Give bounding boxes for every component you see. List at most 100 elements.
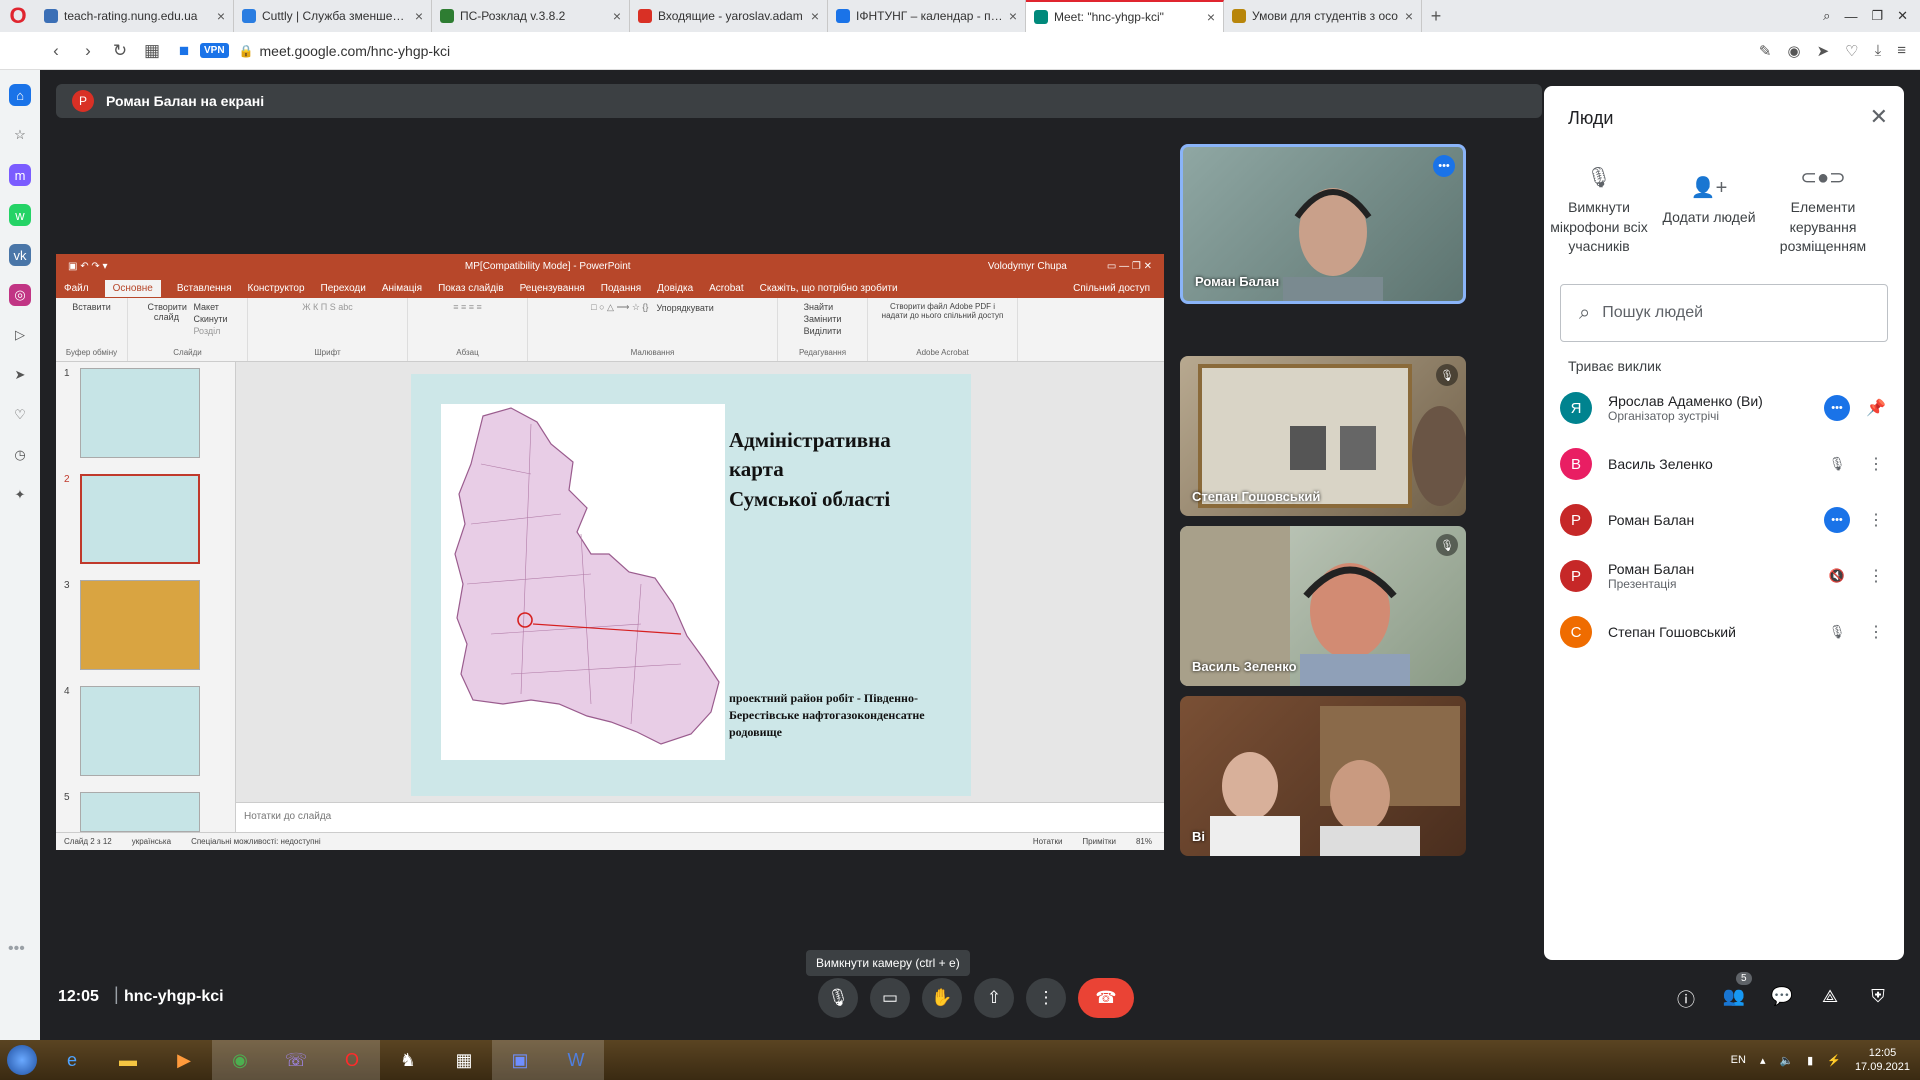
mic-icon: 🎙 (827, 988, 849, 1007)
participant-row[interactable]: Р Роман Балан Презентація 🔇 ⋮ (1560, 552, 1888, 600)
lightbulb-icon[interactable]: ✦ (9, 484, 31, 506)
host-controls-button[interactable]: ⊂●⊃ Елементи керування розміщенням (1768, 164, 1878, 257)
more-icon[interactable]: ••• (8, 940, 25, 958)
opera-logo-icon[interactable]: O (0, 0, 36, 32)
back-icon[interactable]: ‹ (40, 41, 72, 61)
browser-tab[interactable]: teach-rating.nung.edu.ua × (36, 0, 234, 32)
microphone-button[interactable]: 🎙 (818, 978, 858, 1018)
video-tile[interactable]: ••• Роман Балан (1180, 144, 1466, 304)
mic-off-icon: 🎙 (1828, 624, 1846, 639)
browser-tab[interactable]: Умови для студентів з осо × (1224, 0, 1422, 32)
more-options-icon[interactable]: ⋮ (1864, 622, 1888, 642)
instagram-icon[interactable]: ◎ (9, 284, 31, 306)
taskbar-clock[interactable]: 12:05 17.09.2021 (1855, 1046, 1910, 1075)
whatsapp-icon[interactable]: w (9, 204, 31, 226)
close-icon[interactable]: ✕ (1870, 104, 1888, 130)
snapshot-icon[interactable]: ◉ (1787, 42, 1800, 60)
url-field[interactable]: meet.google.com/hnc-yhgp-kci (260, 43, 451, 59)
raise-hand-button[interactable]: ✋ (922, 978, 962, 1018)
video-tile[interactable]: 🎙 Василь Зеленко (1180, 526, 1466, 686)
chrome-icon[interactable]: ◉ (212, 1040, 268, 1080)
camera-button[interactable]: ▭ (870, 978, 910, 1018)
messenger-icon[interactable]: m (9, 164, 31, 186)
word-icon[interactable]: W (548, 1040, 604, 1080)
history-icon[interactable]: ◷ (9, 444, 31, 466)
ie-icon[interactable]: e (44, 1040, 100, 1080)
in-call-section-label: Триває виклик (1568, 358, 1662, 374)
more-options-icon[interactable]: ⋮ (1864, 566, 1888, 586)
minimize-icon[interactable]: — (1844, 9, 1857, 24)
people-icon[interactable]: 👥 (1720, 986, 1748, 1007)
download-icon[interactable]: ⤓ (1875, 42, 1882, 60)
info-icon[interactable]: ⓘ (1672, 986, 1700, 1012)
browser-tab-active[interactable]: Meet: "hnc-yhgp-kci" × (1026, 0, 1224, 32)
browser-tab[interactable]: Входящие - yaroslav.adam × (630, 0, 828, 32)
new-tab-button[interactable]: + (1422, 0, 1450, 32)
tab-close-icon[interactable]: × (613, 8, 621, 24)
browser-tab[interactable]: ПС-Розклад v.3.8.2 × (432, 0, 630, 32)
participant-row[interactable]: С Степан Гошовський 🎙 ⋮ (1560, 608, 1888, 656)
host-controls-icon[interactable]: ⛨ (1864, 986, 1892, 1007)
more-options-button[interactable]: ⋮ (1026, 978, 1066, 1018)
more-options-icon[interactable]: ••• (1433, 155, 1455, 177)
browser-tab-bar: O teach-rating.nung.edu.ua × Cuttly | Слу… (0, 0, 1920, 32)
activities-icon[interactable]: ⟁ (1816, 986, 1844, 1007)
search-icon: ⌕ (1579, 301, 1591, 324)
tab-close-icon[interactable]: × (811, 8, 819, 24)
participant-row[interactable]: В Василь Зеленко 🎙 ⋮ (1560, 440, 1888, 488)
home-icon[interactable]: ⌂ (9, 84, 31, 106)
present-button[interactable]: ⇧ (974, 978, 1014, 1018)
close-icon[interactable]: ✕ (1897, 8, 1908, 24)
camera-in-use-icon[interactable]: ■ (168, 41, 200, 61)
search-people-input[interactable]: ⌕ Пошук людей (1560, 284, 1888, 342)
show-hidden-icon[interactable]: ▴ (1760, 1054, 1766, 1067)
calculator-icon[interactable]: ▦ (436, 1040, 492, 1080)
network-icon[interactable]: ▮ (1807, 1054, 1813, 1067)
menu-icon[interactable]: ≡ (1897, 42, 1906, 60)
tab-close-icon[interactable]: × (1405, 8, 1413, 24)
more-options-icon[interactable]: ⋮ (1864, 454, 1888, 474)
viber-icon[interactable]: ☏ (268, 1040, 324, 1080)
language-indicator[interactable]: EN (1731, 1054, 1746, 1066)
participant-row[interactable]: Я Ярослав Адаменко (Ви) Організатор зустр… (1560, 384, 1888, 432)
media-player-icon[interactable]: ▶ (156, 1040, 212, 1080)
volume-icon[interactable]: 🔈 (1779, 1054, 1793, 1067)
power-icon[interactable]: ⚡ (1827, 1054, 1841, 1067)
tabs-grid-icon[interactable]: ▦ (136, 41, 168, 61)
add-person-icon: 👤+ (1690, 177, 1728, 199)
chat-icon[interactable]: 💬 (1768, 986, 1796, 1007)
search-icon[interactable]: ⌕ (1823, 8, 1830, 24)
pin-icon[interactable]: 📌 (1864, 398, 1888, 418)
send-icon[interactable]: ➤ (9, 364, 31, 386)
save-app-icon[interactable]: ▣ (492, 1040, 548, 1080)
more-options-icon[interactable]: ⋮ (1864, 510, 1888, 530)
tab-close-icon[interactable]: × (1009, 8, 1017, 24)
video-tile[interactable]: 🎙 Степан Гошовський (1180, 356, 1466, 516)
app-icon[interactable]: ♞ (380, 1040, 436, 1080)
send-icon[interactable]: ➤ (1817, 42, 1830, 60)
maximize-icon[interactable]: ❐ (1871, 8, 1883, 24)
participant-row[interactable]: Р Роман Балан ••• ⋮ (1560, 496, 1888, 544)
vpn-badge[interactable]: VPN (200, 43, 229, 58)
vk-icon[interactable]: vk (9, 244, 31, 266)
opera-icon[interactable]: O (324, 1040, 380, 1080)
start-button[interactable] (0, 1040, 44, 1080)
tab-close-icon[interactable]: × (217, 8, 225, 24)
heart-icon[interactable]: ♡ (1845, 42, 1858, 60)
browser-tab[interactable]: Cuttly | Служба зменшення × (234, 0, 432, 32)
video-tile[interactable]: Ві (1180, 696, 1466, 856)
reload-icon[interactable]: ↻ (104, 41, 136, 61)
tab-close-icon[interactable]: × (1207, 9, 1215, 25)
explorer-icon[interactable]: ▬ (100, 1040, 156, 1080)
star-icon[interactable]: ☆ (9, 124, 31, 146)
leave-call-button[interactable]: ☎ (1078, 978, 1134, 1018)
forward-icon[interactable]: › (72, 41, 104, 61)
mute-all-button[interactable]: 🎙 Вимкнути мікрофони всіх учасників (1544, 164, 1654, 257)
heart-icon[interactable]: ♡ (9, 404, 31, 426)
add-people-button[interactable]: 👤+ Додати людей (1654, 174, 1764, 228)
player-icon[interactable]: ▷ (9, 324, 31, 346)
participant-name: Роман Балан (1608, 561, 1695, 577)
tab-close-icon[interactable]: × (415, 8, 423, 24)
browser-tab[interactable]: ІФНТУНГ – календар - п'ят × (828, 0, 1026, 32)
edit-icon[interactable]: ✎ (1759, 42, 1772, 60)
